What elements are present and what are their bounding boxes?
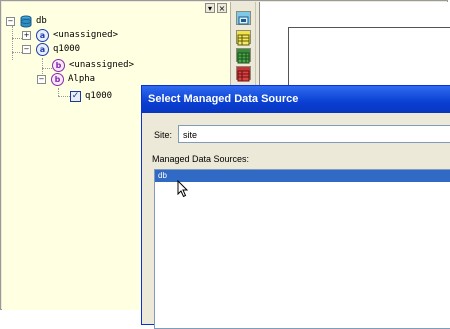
red-grid-icon[interactable]: [236, 66, 251, 82]
grid-icon[interactable]: [236, 48, 251, 64]
tree-node-label: <unassigned>: [53, 30, 119, 40]
tree-node-q1000[interactable]: − a q1000: [22, 42, 80, 56]
tree-node-q1000-leaf[interactable]: ✓ q1000: [70, 89, 112, 103]
b-badge-icon: b: [51, 72, 64, 86]
database-icon: [20, 15, 32, 28]
tree-node-label: db: [36, 16, 47, 26]
tree-connector: [58, 96, 70, 97]
tree-node-label: Alpha: [68, 74, 96, 84]
collapse-toggle[interactable]: −: [22, 44, 31, 54]
mouse-cursor-icon: [177, 180, 189, 198]
managed-data-sources-list[interactable]: db: [154, 169, 450, 329]
panel-menu-button[interactable]: ▾: [205, 3, 215, 13]
site-label: Site:: [154, 130, 173, 140]
expand-toggle[interactable]: +: [22, 30, 31, 40]
select-data-source-dialog: Select Managed Data Source Site: site Ma…: [141, 85, 450, 329]
tree-connector: [12, 52, 22, 53]
tree-connector: [12, 26, 13, 60]
table-icon[interactable]: [236, 30, 251, 46]
checkbox-icon: ✓: [70, 90, 81, 102]
panel-controls: ▾ ×: [205, 3, 229, 14]
site-input[interactable]: site: [178, 125, 450, 143]
tree-node-unassigned-b[interactable]: b <unassigned>: [52, 58, 134, 72]
panel-close-button[interactable]: ×: [217, 3, 227, 13]
tree-connector: [58, 88, 59, 96]
a-badge-icon: a: [36, 42, 49, 56]
b-badge-icon: b: [52, 58, 65, 72]
collapse-toggle[interactable]: −: [6, 16, 15, 26]
collapse-toggle[interactable]: −: [37, 74, 46, 84]
a-badge-icon: a: [36, 28, 49, 42]
list-item[interactable]: db: [155, 170, 450, 182]
tree-node-alpha[interactable]: − b Alpha: [37, 72, 95, 86]
tree-connector: [42, 68, 52, 69]
tree-connector: [12, 38, 22, 39]
tree-node-label: q1000: [85, 91, 113, 101]
tree-node-label: <unassigned>: [69, 60, 135, 70]
managed-data-sources-label: Managed Data Sources:: [152, 154, 250, 164]
view-icon[interactable]: [236, 11, 251, 25]
application-window: ▾ × − db + a <unassigned> − a q1000 b <u…: [0, 0, 450, 329]
tree-node-db[interactable]: − db: [6, 14, 47, 28]
dialog-title[interactable]: Select Managed Data Source: [142, 86, 450, 113]
tree-node-label: q1000: [53, 44, 81, 54]
tree-node-unassigned-a[interactable]: + a <unassigned>: [22, 28, 118, 42]
